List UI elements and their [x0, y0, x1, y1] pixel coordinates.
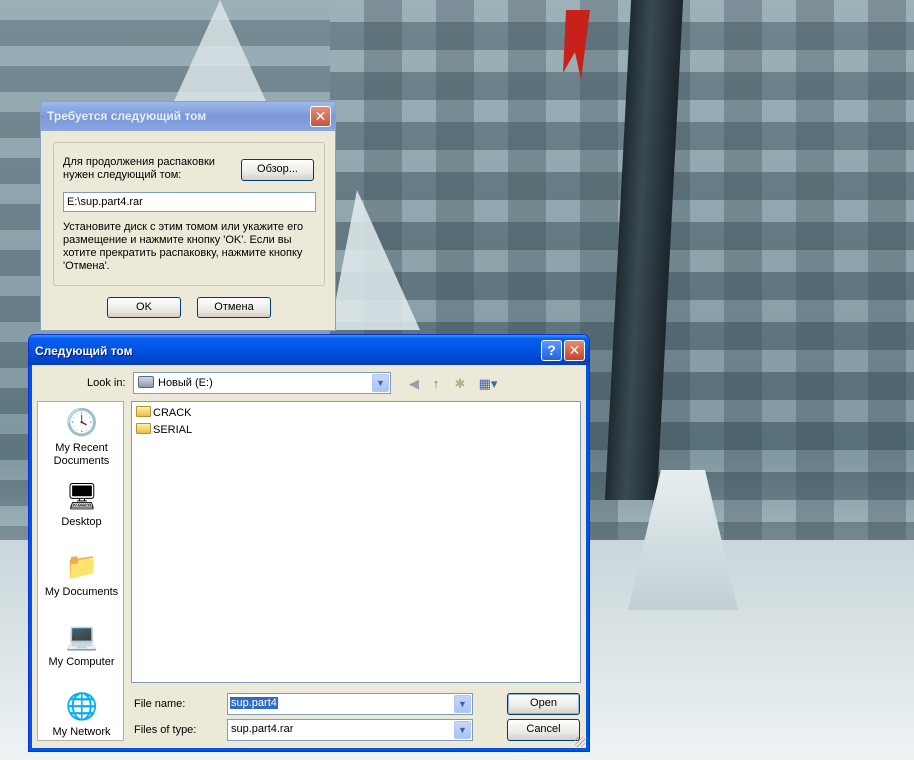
dialog-title: Требуется следующий том	[41, 102, 335, 131]
files-of-type-label: Files of type:	[134, 724, 197, 736]
files-of-type-select[interactable]: sup.part4.rar ▼	[227, 719, 473, 741]
look-in-select[interactable]: Новый (E:) ▼	[133, 372, 391, 394]
place-label: My Documents	[44, 586, 119, 598]
file-name-value: sup.part4	[230, 697, 278, 709]
new-folder-icon[interactable]: ✱	[451, 375, 469, 393]
recent-documents-icon: 🕓	[65, 407, 98, 437]
place-label: My Computer	[48, 656, 115, 668]
file-list[interactable]: CRACK SERIAL	[131, 401, 581, 683]
close-icon[interactable]: ✕	[310, 106, 331, 127]
help-icon[interactable]: ?	[541, 340, 562, 361]
close-icon[interactable]: ✕	[564, 340, 585, 361]
cancel-button[interactable]: Отмена	[197, 297, 271, 318]
file-open-dialog: Следующий том ? ✕ Look in: Новый (E:) ▼ …	[28, 334, 590, 752]
place-label: Desktop	[61, 516, 102, 528]
look-in-label: Look in:	[87, 377, 126, 389]
folder-icon	[136, 423, 151, 434]
volume-path-field[interactable]: E:\sup.part4.rar	[63, 192, 316, 212]
chevron-down-icon[interactable]: ▼	[454, 695, 471, 713]
chevron-down-icon[interactable]: ▼	[372, 374, 389, 392]
file-name-label: File name:	[134, 698, 186, 710]
dialog-title: Следующий том	[29, 335, 589, 365]
file-name: SERIAL	[153, 424, 193, 436]
file-name: CRACK	[153, 407, 192, 419]
chevron-down-icon[interactable]: ▼	[454, 721, 471, 739]
message-text: Для продолжения распаковки нужен следующ…	[63, 156, 215, 181]
place-recent-documents[interactable]: 🕓 My Recent Documents	[38, 406, 125, 468]
my-network-icon: 🌐	[65, 691, 98, 721]
open-button[interactable]: Open	[507, 693, 580, 715]
place-label: My Network	[52, 726, 111, 738]
instructions-text: Установите диск с этим томом или укажите…	[63, 221, 304, 272]
my-documents-icon: 📁	[65, 551, 98, 581]
desktop-icon: 🖥	[65, 481, 99, 511]
drive-icon	[138, 376, 154, 388]
places-bar: 🕓 My Recent Documents 🖥 Desktop 📁 My Doc…	[37, 401, 124, 741]
ok-button[interactable]: OK	[107, 297, 181, 318]
place-desktop[interactable]: 🖥 Desktop	[38, 480, 125, 529]
browse-button[interactable]: Обзор...	[241, 159, 314, 181]
place-my-computer[interactable]: 💻 My Computer	[38, 620, 125, 669]
place-label: My Recent Documents	[53, 442, 110, 467]
resize-grip[interactable]	[575, 737, 585, 747]
file-name-input[interactable]: sup.part4 ▼	[227, 693, 473, 715]
list-item[interactable]: SERIAL	[136, 422, 192, 438]
folder-icon	[136, 406, 151, 417]
views-menu-icon[interactable]: ▦▾	[475, 375, 501, 393]
up-folder-icon[interactable]: ↑	[427, 375, 445, 393]
files-of-type-value: sup.part4.rar	[231, 723, 294, 735]
back-icon[interactable]: ◀	[405, 375, 423, 393]
cancel-button[interactable]: Cancel	[507, 719, 580, 741]
next-volume-dialog: Требуется следующий том ✕ Для продолжени…	[40, 101, 336, 331]
look-in-value: Новый (E:)	[158, 377, 213, 389]
list-item[interactable]: CRACK	[136, 405, 192, 421]
place-my-documents[interactable]: 📁 My Documents	[38, 550, 125, 599]
place-my-network[interactable]: 🌐 My Network	[38, 690, 125, 739]
my-computer-icon: 💻	[65, 621, 98, 651]
